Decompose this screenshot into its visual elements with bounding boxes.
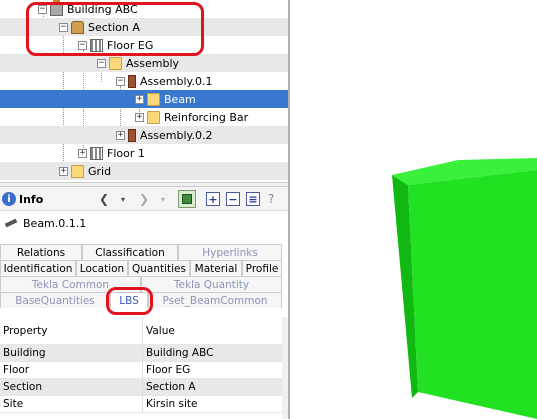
tab-classification[interactable]: Classification: [82, 244, 178, 260]
table-row[interactable]: Building Building ABC: [0, 345, 282, 362]
tree-item-floor-1[interactable]: + Floor 1: [0, 144, 288, 162]
tree-item-label: Grid: [88, 164, 112, 178]
tab-quantities[interactable]: Quantities: [128, 260, 190, 276]
expand-all-icon[interactable]: +: [206, 192, 220, 206]
property-cell: Site: [3, 398, 24, 410]
table-row[interactable]: Section Section A: [0, 379, 282, 396]
tab-tekla-quantity[interactable]: Tekla Quantity: [141, 276, 282, 292]
tree-item-assembly-0-1[interactable]: − Assembly.0.1: [0, 72, 288, 90]
property-cell: Floor: [3, 364, 30, 376]
annotation-highlight-lbs-tab: [106, 287, 153, 315]
tab-relations[interactable]: Relations: [0, 244, 82, 260]
tree-item-label: Assembly.0.2: [140, 128, 213, 142]
tab-basequantities[interactable]: BaseQuantities: [0, 292, 110, 308]
object-name: Beam.0.1.1: [23, 216, 87, 230]
beam-front-face[interactable]: [408, 170, 537, 419]
tree-item-label: Assembly.0.1: [140, 74, 213, 88]
tree-item-grid[interactable]: + Grid: [0, 162, 288, 180]
forward-arrow-icon[interactable]: ❯: [138, 191, 150, 207]
tree-item-label: Floor 1: [107, 146, 145, 160]
tab-identification[interactable]: Identification: [0, 260, 76, 276]
tree-item-assembly-0-2[interactable]: + Assembly.0.2: [0, 126, 288, 144]
forward-dropdown-icon[interactable]: ▾: [158, 191, 168, 207]
floor-icon: [90, 146, 103, 160]
annotation-highlight-tree: [26, 2, 204, 56]
folder-icon: [147, 110, 160, 124]
table-row[interactable]: Site Kirsin site: [0, 396, 282, 413]
left-panel: − Building ABC − Section A − Floor EG −: [0, 0, 290, 419]
column-header-property[interactable]: Property: [3, 317, 141, 344]
tab-location[interactable]: Location: [76, 260, 128, 276]
assembly-icon: [128, 74, 136, 88]
expand-toggle-icon[interactable]: +: [135, 112, 144, 122]
tree-item-assembly[interactable]: − Assembly: [0, 54, 288, 72]
info-title: Info: [19, 192, 44, 206]
folder-icon: [147, 92, 160, 106]
tree-item-reinforcing-bar[interactable]: + Reinforcing Bar: [0, 108, 288, 126]
tab-hyperlinks[interactable]: Hyperlinks: [178, 244, 282, 260]
sync-selection-icon[interactable]: [178, 190, 196, 208]
info-icon: i: [2, 192, 16, 206]
expand-toggle-icon[interactable]: +: [116, 130, 125, 140]
folder-icon: [71, 164, 84, 178]
value-cell: Building ABC: [142, 345, 282, 361]
info-toolbar: i Info ❮ ▾ ❯ ▾ + − ≡ ?: [0, 187, 288, 211]
selected-object: Beam.0.1.1: [4, 215, 87, 231]
back-arrow-icon[interactable]: ❮: [98, 191, 110, 207]
help-icon[interactable]: ?: [268, 191, 274, 207]
property-cell: Building: [3, 347, 46, 359]
assembly-icon: [128, 128, 136, 142]
tree-item-label: Beam: [164, 92, 196, 106]
collapse-toggle-icon[interactable]: −: [116, 76, 125, 86]
tab-profile[interactable]: Profile: [242, 260, 282, 276]
tab-pset-beamcommon[interactable]: Pset_BeamCommon: [148, 292, 282, 308]
tree-item-beam[interactable]: + Beam: [0, 90, 288, 108]
table-row[interactable]: Floor Floor EG: [0, 362, 282, 379]
tree-item-label: Assembly: [126, 56, 180, 70]
collapse-toggle-icon[interactable]: −: [97, 58, 106, 68]
tab-material[interactable]: Material: [190, 260, 242, 276]
collapse-all-icon[interactable]: −: [226, 192, 240, 206]
list-view-icon[interactable]: ≡: [246, 192, 260, 206]
expand-toggle-icon[interactable]: +: [78, 148, 87, 158]
column-header-value[interactable]: Value: [142, 317, 282, 344]
expand-toggle-icon[interactable]: +: [59, 166, 68, 176]
value-cell: Section A: [142, 379, 282, 395]
tree-item-label: Reinforcing Bar: [164, 110, 249, 124]
property-cell: Section: [3, 381, 43, 393]
expand-toggle-icon[interactable]: +: [135, 94, 144, 104]
3d-model-view[interactable]: [290, 0, 537, 419]
value-cell: Kirsin site: [142, 396, 282, 412]
3d-viewport[interactable]: [290, 0, 537, 419]
folder-icon: [109, 56, 122, 70]
beam-icon: [4, 218, 18, 228]
value-cell: Floor EG: [142, 362, 282, 378]
back-dropdown-icon[interactable]: ▾: [118, 191, 128, 207]
table-header: Property Value: [0, 317, 282, 345]
